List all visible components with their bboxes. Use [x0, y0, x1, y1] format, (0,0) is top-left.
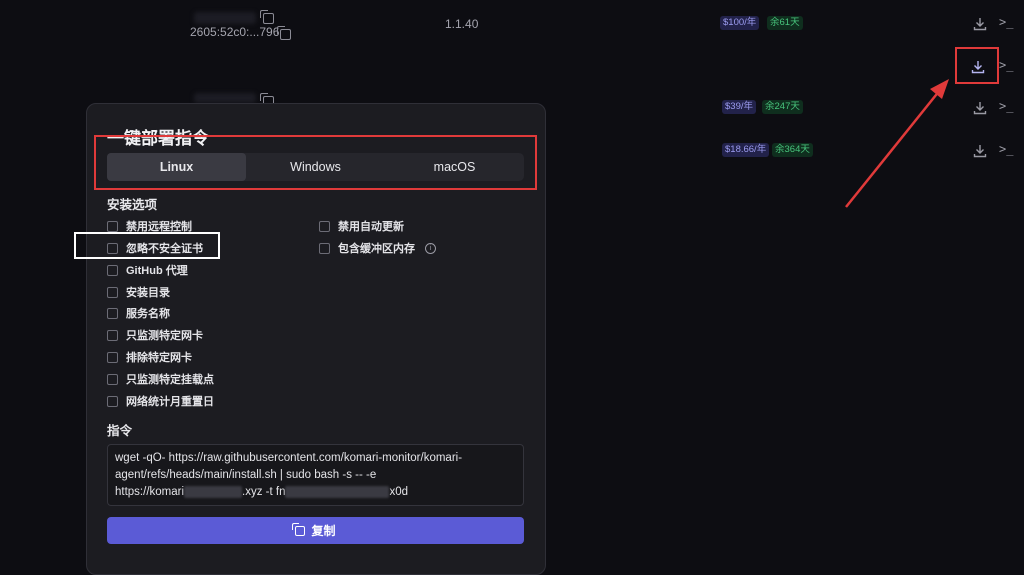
checkbox[interactable]	[107, 373, 118, 385]
checkbox[interactable]	[107, 395, 118, 407]
install-options-heading: 安装选项	[107, 198, 158, 212]
terminal-icon[interactable]: >_	[999, 142, 1013, 156]
command-text: .xyz -t fn	[242, 486, 286, 498]
annotation-highlight-download-button	[955, 47, 999, 84]
checkbox[interactable]	[107, 307, 118, 319]
annotation-highlight-insecure-cert	[74, 232, 220, 259]
agent-version: 1.1.40	[445, 17, 479, 31]
checkbox[interactable]	[107, 351, 118, 363]
option-disable-auto-update[interactable]: 禁用自动更新	[319, 218, 404, 234]
option-include-mountpoints[interactable]: 只监测特定挂载点	[107, 371, 214, 387]
price-badge: $39/年	[722, 100, 756, 114]
option-label: 服务名称	[126, 308, 170, 320]
checkbox[interactable]	[107, 329, 118, 341]
download-icon[interactable]	[972, 100, 988, 116]
option-label: 只监测特定网卡	[126, 330, 203, 342]
terminal-icon[interactable]: >_	[999, 15, 1013, 29]
option-install-dir[interactable]: 安装目录	[107, 284, 170, 300]
checkbox[interactable]	[319, 220, 330, 232]
ip-address: 2605:52c0:...796	[190, 25, 280, 39]
copy-button[interactable]: 复制	[107, 517, 524, 544]
command-text: x0d	[389, 486, 409, 498]
checkbox[interactable]	[107, 220, 118, 232]
terminal-icon[interactable]: >_	[999, 99, 1013, 113]
info-icon[interactable]: i	[425, 242, 436, 254]
redacted-hostname	[194, 12, 256, 24]
option-label: 包含缓冲区内存	[338, 243, 415, 255]
option-month-rotate-day[interactable]: 网络统计月重置日	[107, 393, 214, 409]
option-exclude-nics[interactable]: 排除特定网卡	[107, 349, 192, 365]
remaining-days-badge: 余247天	[762, 100, 803, 114]
option-label: 安装目录	[126, 287, 170, 299]
option-include-nics[interactable]: 只监测特定网卡	[107, 327, 203, 343]
command-textarea[interactable]: wget -qO- https://raw.githubusercontent.…	[107, 444, 524, 506]
checkbox[interactable]	[107, 286, 118, 298]
option-github-proxy[interactable]: GitHub 代理	[107, 262, 188, 278]
redacted-domain	[184, 485, 243, 498]
annotation-highlight-os-tabs	[94, 135, 537, 190]
option-label: 网络统计月重置日	[126, 396, 214, 408]
command-heading: 指令	[107, 424, 133, 438]
checkbox[interactable]	[107, 264, 118, 276]
copy-icon	[292, 522, 306, 536]
copy-icon[interactable]	[277, 26, 291, 40]
command-line-2: agent/refs/heads/main/install.sh | sudo …	[115, 469, 377, 481]
remaining-days-badge: 余61天	[767, 16, 803, 30]
price-badge: $100/年	[720, 16, 760, 30]
remaining-days-badge: 余364天	[772, 143, 813, 157]
option-service-name[interactable]: 服务名称	[107, 305, 170, 321]
option-label: 禁用自动更新	[338, 221, 404, 233]
command-line-1: wget -qO- https://raw.githubusercontent.…	[115, 452, 463, 464]
command-line-3: https://komari .xyz -t fn x0d	[115, 484, 516, 501]
copy-icon[interactable]	[260, 10, 274, 24]
redacted-token	[285, 485, 390, 498]
download-icon[interactable]	[972, 16, 988, 32]
redacted-hostname	[194, 93, 256, 103]
option-label: 排除特定网卡	[126, 352, 192, 364]
checkbox[interactable]	[319, 242, 330, 254]
copy-button-label: 复制	[311, 524, 336, 538]
command-text: https://komari	[115, 486, 185, 498]
option-include-buffer-memory[interactable]: 包含缓冲区内存 i	[319, 240, 436, 256]
price-badge: $18.66/年	[722, 143, 770, 157]
option-label: GitHub 代理	[126, 265, 188, 277]
terminal-icon[interactable]: >_	[999, 58, 1013, 72]
option-label: 只监测特定挂载点	[126, 374, 214, 386]
download-icon[interactable]	[972, 143, 988, 159]
